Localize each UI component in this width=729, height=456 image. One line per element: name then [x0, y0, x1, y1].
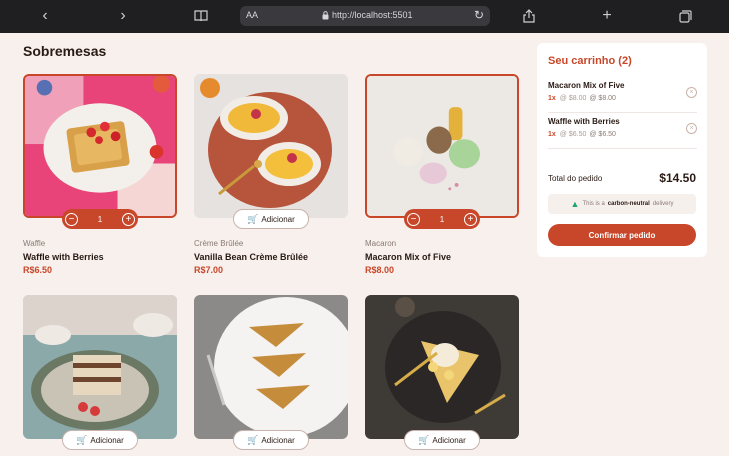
carbon-bold: carbon-neutral	[607, 201, 650, 207]
forward-icon[interactable]: ›	[113, 6, 133, 26]
product-image[interactable]	[23, 295, 177, 439]
add-to-cart-button[interactable]: 🛒 Adicionar	[233, 209, 309, 229]
product-price: R$7.00	[194, 265, 224, 275]
browser-toolbar: ‹ › AA http://localhost:5501 ↻ +	[0, 0, 729, 33]
share-icon[interactable]	[519, 6, 539, 26]
cart-item-quantity: 1x	[548, 95, 556, 102]
tabs-overview-icon[interactable]	[675, 6, 695, 26]
order-total-value: $14.50	[659, 171, 696, 185]
cart-plus-icon: 🛒	[76, 434, 88, 445]
remove-item-icon[interactable]: ×	[686, 87, 697, 98]
product-image[interactable]	[194, 74, 348, 218]
increment-button[interactable]: +	[463, 212, 477, 226]
address-bar[interactable]: AA http://localhost:5501 ↻	[240, 6, 490, 26]
cart-item-quantity: 1x	[548, 131, 556, 138]
cart-item-meta: 1x @ $6.50 @ $6.50	[548, 131, 616, 138]
quantity-stepper[interactable]: − 1 +	[404, 209, 480, 229]
reload-icon[interactable]: ↻	[474, 8, 484, 22]
product-name: Waffle with Berries	[23, 252, 104, 262]
add-to-cart-button[interactable]: 🛒 Adicionar	[233, 430, 309, 450]
cart-panel: Seu carrinho (2) Macaron Mix of Five 1x @…	[537, 43, 707, 257]
back-icon[interactable]: ‹	[35, 6, 55, 26]
product-category: Macaron	[365, 239, 397, 248]
cart-title: Seu carrinho (2)	[548, 55, 632, 67]
product-price: R$6.50	[23, 265, 53, 275]
product-image[interactable]	[365, 295, 519, 439]
decrement-button[interactable]: −	[407, 212, 420, 226]
product-price: R$8.00	[365, 265, 395, 275]
cart-item-name: Waffle with Berries	[548, 117, 620, 126]
product-name: Macaron Mix of Five	[365, 252, 452, 262]
product-category: Waffle	[23, 239, 46, 248]
decrement-button[interactable]: −	[65, 212, 78, 226]
bookmarks-icon[interactable]	[191, 6, 211, 26]
carbon-neutral-notice: ▲ This is a carbon-neutral delivery	[548, 194, 696, 214]
cart-plus-icon: 🛒	[247, 213, 259, 224]
add-to-cart-label: Adicionar	[90, 435, 124, 445]
lock-icon	[322, 11, 329, 20]
cart-item-name: Macaron Mix of Five	[548, 81, 625, 90]
carbon-prefix: This is a	[582, 201, 605, 207]
cart-item-unit-price: @ $6.50	[559, 131, 587, 138]
quantity-stepper[interactable]: − 1 +	[62, 209, 138, 229]
quantity-value: 1	[97, 214, 103, 224]
cart-item: Macaron Mix of Five 1x @ $8.00 @ $8.00 ×	[548, 81, 697, 113]
increment-button[interactable]: +	[121, 212, 135, 226]
add-to-cart-button[interactable]: 🛒 Adicionar	[404, 430, 480, 450]
cart-item-unit-price: @ $8.00	[559, 95, 587, 102]
cart-item: Waffle with Berries 1x @ $6.50 @ $6.50 ×	[548, 117, 697, 149]
page-title: Sobremesas	[23, 43, 107, 59]
cart-plus-icon: 🛒	[418, 434, 430, 445]
add-to-cart-button[interactable]: 🛒 Adicionar	[62, 430, 138, 450]
add-to-cart-label: Adicionar	[261, 435, 295, 445]
product-image[interactable]	[365, 74, 519, 218]
url-text: http://localhost:5501	[332, 10, 413, 20]
product-category: Crème Brûlée	[194, 239, 244, 248]
add-to-cart-label: Adicionar	[261, 214, 295, 224]
cart-item-meta: 1x @ $8.00 @ $8.00	[548, 95, 616, 102]
product-name: Vanilla Bean Crème Brûlée	[194, 252, 309, 262]
cart-item-total: @ $6.50	[589, 131, 616, 138]
product-image[interactable]	[23, 74, 177, 218]
remove-item-icon[interactable]: ×	[686, 123, 697, 134]
product-image[interactable]	[194, 295, 348, 439]
text-size-button[interactable]: AA	[246, 10, 258, 20]
cart-plus-icon: 🛒	[247, 434, 259, 445]
carbon-suffix: delivery	[652, 201, 674, 207]
tree-icon: ▲	[570, 199, 580, 209]
new-tab-icon[interactable]: +	[597, 6, 617, 26]
quantity-value: 1	[439, 214, 445, 224]
add-to-cart-label: Adicionar	[432, 435, 466, 445]
confirm-order-button[interactable]: Confirmar pedido	[548, 224, 696, 246]
order-total-label: Total do pedido	[548, 174, 603, 183]
cart-item-total: @ $8.00	[589, 95, 616, 102]
